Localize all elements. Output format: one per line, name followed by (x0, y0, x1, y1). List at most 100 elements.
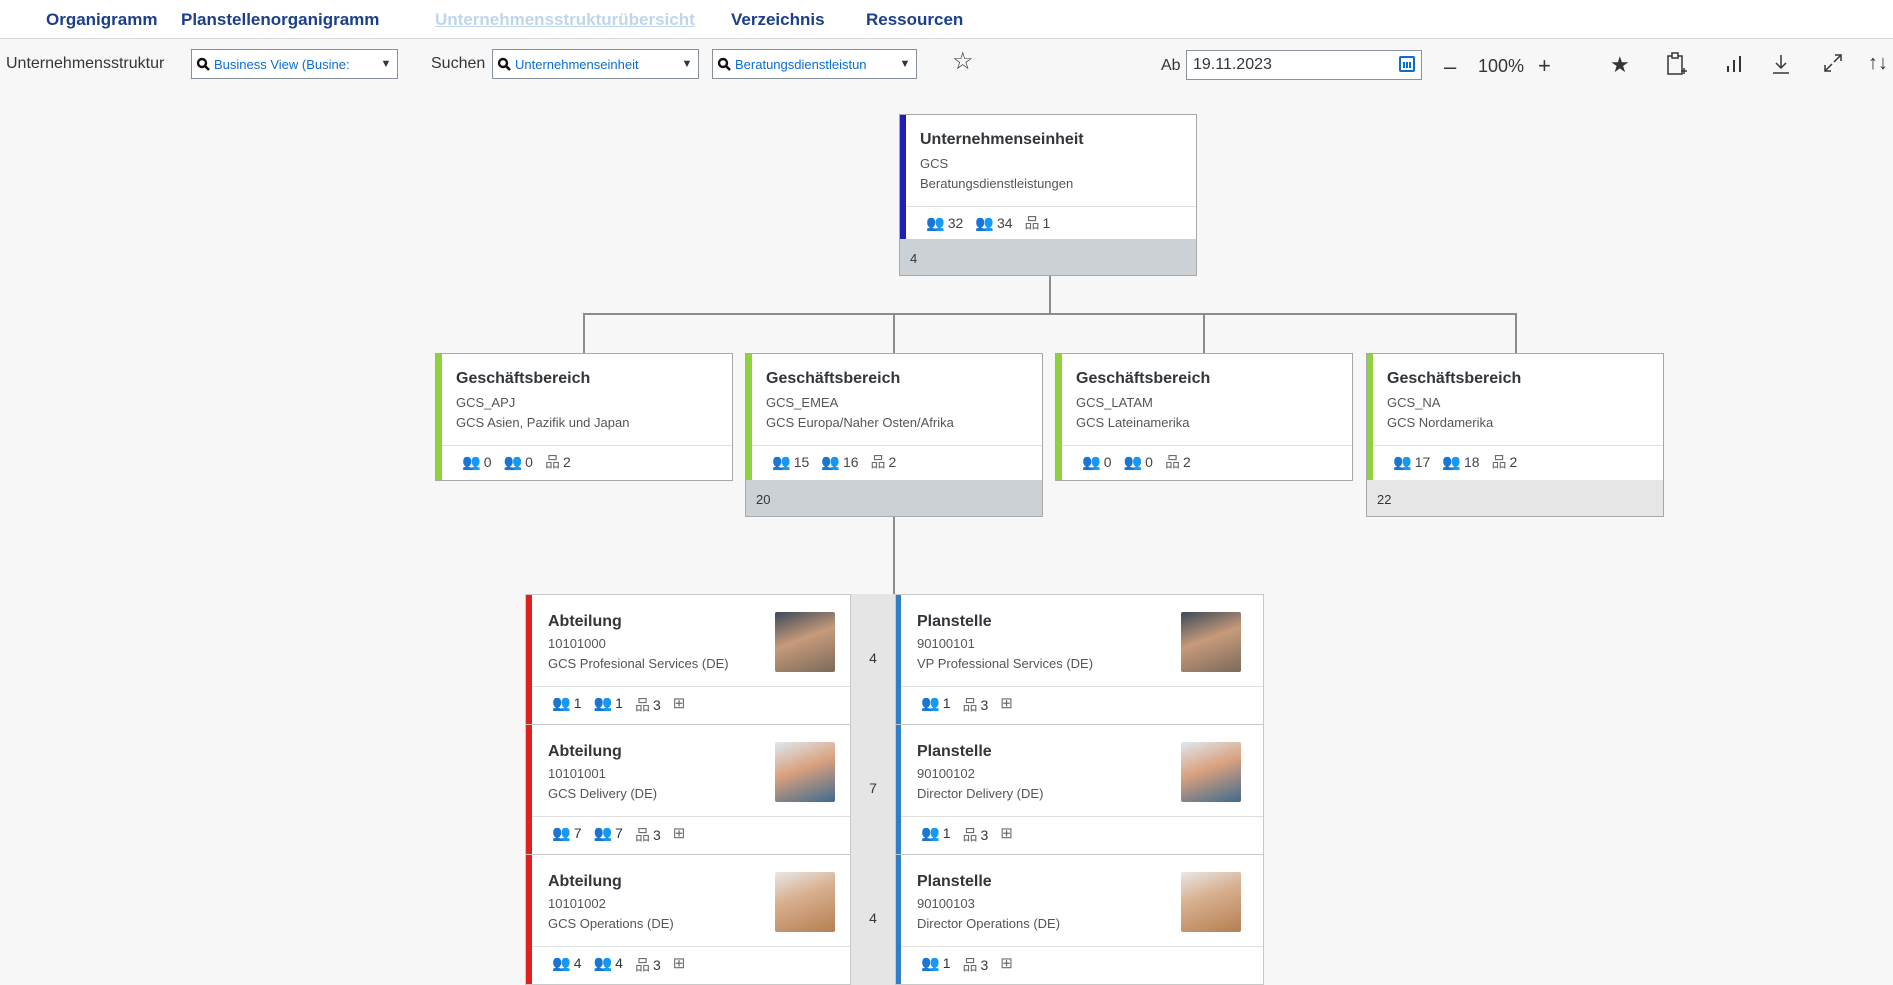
chevron-down-icon: ▼ (681, 58, 693, 70)
org-structure-icon: 品 (544, 454, 560, 471)
hierarchy-icon[interactable]: ⊞ (1000, 954, 1013, 975)
zoom-out-button[interactable]: – (1444, 54, 1456, 80)
employee-count: 4 (573, 955, 582, 971)
card-code: GCS (920, 156, 949, 171)
clipboard-add-icon[interactable] (1665, 52, 1689, 84)
card-accent (526, 855, 532, 984)
employees-icon: 👥 (926, 214, 945, 232)
division-card-emea[interactable]: Geschäftsbereich GCS_EMEA GCS Europa/Nah… (745, 353, 1043, 517)
card-name: GCS Delivery (DE) (548, 786, 658, 801)
download-icon[interactable] (1770, 52, 1792, 82)
date-label: Ab (1161, 57, 1181, 74)
card-divider (1373, 445, 1663, 446)
hierarchy-icon[interactable]: ⊞ (1000, 694, 1013, 715)
card-code: 90100101 (917, 636, 975, 651)
position-card[interactable]: Planstelle 90100102 Director Delivery (D… (895, 724, 1264, 855)
tab-verzeichnis[interactable]: Verzeichnis (731, 10, 825, 30)
position-count: 0 (1145, 453, 1153, 470)
tab-planstellenorganigramm[interactable]: Planstellenorganigramm (181, 10, 379, 30)
subunit-count: 3 (652, 957, 661, 973)
positions-icon: 👥 (593, 695, 613, 712)
position-count: 18 (1463, 453, 1480, 470)
connector-line (1203, 313, 1205, 354)
org-structure-icon: 品 (634, 697, 650, 714)
chevron-down-icon: ▼ (380, 58, 392, 70)
card-stats: 👥 1 👥 1 品3 ⊞ (552, 694, 688, 715)
hierarchy-icon[interactable]: ⊞ (673, 824, 686, 845)
avatar (775, 612, 835, 672)
connector-line (1049, 276, 1051, 314)
card-divider (901, 686, 1263, 687)
zoom-in-button[interactable]: + (1538, 53, 1551, 79)
department-card[interactable]: Abteilung 10101000 GCS Profesional Servi… (525, 594, 851, 725)
card-name: GCS Profesional Services (DE) (548, 656, 729, 671)
org-structure-icon: 品 (962, 697, 978, 714)
connector-line (893, 313, 895, 354)
employees-icon: 👥 (462, 453, 481, 471)
subunit-count: 1 (1042, 215, 1051, 231)
hierarchy-icon[interactable]: ⊞ (1000, 824, 1013, 845)
position-card[interactable]: Planstelle 90100103 Director Operations … (895, 854, 1264, 985)
chart-icon[interactable] (1724, 52, 1746, 80)
hierarchy-icon[interactable]: ⊞ (673, 694, 686, 715)
card-title: Geschäftsbereich (1076, 370, 1211, 387)
search-type-select[interactable]: Unternehmenseinheit ▼ (492, 49, 699, 79)
calendar-icon[interactable] (1399, 56, 1415, 72)
employees-icon: 👥 (1082, 453, 1101, 471)
card-stats: 👥 4 👥 4 品3 ⊞ (552, 954, 688, 975)
positions-icon: 👥 (593, 825, 613, 842)
star-icon[interactable]: ☆ (952, 47, 974, 76)
search-value-select[interactable]: Beratungsdienstleistun ▼ (712, 49, 917, 79)
subunit-count: 2 (1509, 454, 1518, 470)
hierarchy-icon[interactable]: ⊞ (673, 954, 686, 975)
card-accent (436, 354, 442, 480)
card-title: Geschäftsbereich (456, 370, 591, 387)
root-unit-card[interactable]: Unternehmenseinheit GCS Beratungsdienstl… (899, 114, 1197, 276)
card-title: Abteilung (548, 743, 622, 760)
date-input[interactable]: 19.11.2023 (1186, 50, 1422, 80)
avatar (1181, 872, 1241, 932)
search-value: Beratungsdienstleistun (735, 56, 867, 72)
position-count: 7 (615, 825, 623, 841)
card-footer: 4 (900, 239, 1196, 275)
favorite-list-icon[interactable]: ★ (1610, 52, 1630, 78)
structure-select[interactable]: Business View (Busine: ▼ (191, 49, 398, 79)
tab-unternehmensstrukturuebersicht[interactable]: Unternehmensstrukturübersicht (435, 10, 695, 30)
card-divider (901, 946, 1263, 947)
org-structure-icon: 品 (1164, 454, 1180, 471)
employees-icon: 👥 (552, 825, 571, 842)
department-card[interactable]: Abteilung 10101001 GCS Delivery (DE) 👥 7 … (525, 724, 851, 855)
sort-icon[interactable]: ↑↓ (1868, 52, 1888, 75)
card-name: VP Professional Services (DE) (917, 656, 1094, 671)
employees-icon: 👥 (552, 695, 571, 712)
tab-organigramm[interactable]: Organigramm (46, 10, 157, 30)
card-title: Abteilung (548, 873, 622, 890)
tab-ressourcen[interactable]: Ressourcen (866, 10, 963, 30)
connector-line (893, 516, 895, 594)
division-card-apj[interactable]: Geschäftsbereich GCS_APJ GCS Asien, Pazi… (435, 353, 733, 481)
card-stats: 👥 17 👥 18 品2 (1393, 451, 1517, 472)
fullscreen-icon[interactable] (1822, 52, 1844, 80)
employee-count: 1 (942, 825, 951, 841)
card-footer: 20 (746, 480, 1042, 516)
avatar (775, 872, 835, 932)
org-structure-icon: 品 (962, 827, 978, 844)
position-card[interactable]: Planstelle 90100101 VP Professional Serv… (895, 594, 1264, 725)
employees-icon: 👥 (921, 695, 940, 712)
division-card-na[interactable]: Geschäftsbereich GCS_NA GCS Nordamerika … (1366, 353, 1664, 517)
division-card-latam[interactable]: Geschäftsbereich GCS_LATAM GCS Lateiname… (1055, 353, 1353, 481)
card-accent (896, 595, 901, 724)
position-count: 0 (525, 453, 533, 470)
connector-line (1515, 313, 1517, 354)
card-stats: 👥 32 👥 34 品1 (926, 212, 1050, 233)
positions-icon: 👥 (1442, 453, 1461, 471)
card-name: GCS Europa/Naher Osten/Afrika (766, 415, 954, 430)
search-icon (713, 57, 735, 71)
card-title: Geschäftsbereich (766, 370, 901, 387)
card-name: Director Operations (DE) (917, 916, 1061, 931)
zoom-level: 100% (1478, 56, 1525, 76)
avatar (775, 742, 835, 802)
subunit-count: 3 (652, 697, 661, 713)
department-card[interactable]: Abteilung 10101002 GCS Operations (DE) 👥… (525, 854, 851, 985)
search-icon (493, 57, 515, 71)
